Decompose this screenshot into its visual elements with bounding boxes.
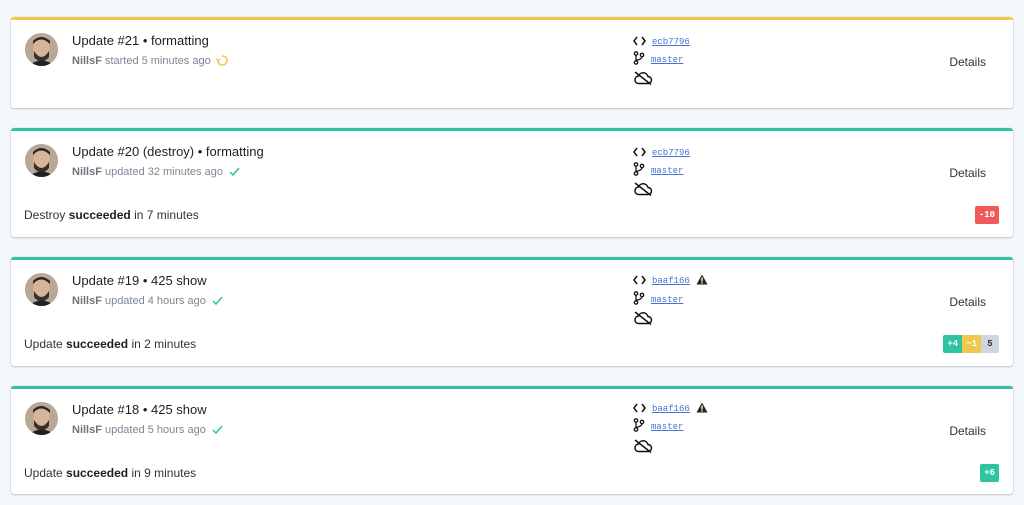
cloud-row	[633, 438, 653, 458]
cloud-row	[633, 181, 653, 201]
delete-badge[interactable]: -10	[974, 206, 999, 224]
commit-link[interactable]: baaf166	[652, 276, 690, 286]
update-title[interactable]: Update #18 • 425 show	[72, 402, 207, 417]
update-title[interactable]: Update #21 • formatting	[72, 33, 209, 48]
timestamp: 32 minutes ago	[147, 165, 223, 178]
check-icon	[228, 165, 241, 178]
summary-result: succeeded	[66, 337, 129, 351]
check-icon	[211, 294, 224, 307]
commit-link[interactable]: baaf166	[652, 404, 690, 414]
update-card: Update #20 (destroy) • formatting NillsF…	[11, 128, 1013, 237]
summary-prefix: Update	[24, 337, 63, 351]
update-card: Update #18 • 425 show NillsF updated 5 h…	[11, 386, 1013, 494]
status-bar	[11, 128, 1013, 131]
details-link[interactable]: Details	[949, 295, 986, 309]
branch-icon	[633, 161, 645, 181]
status-bar	[11, 386, 1013, 389]
update-meta: NillsF updated 32 minutes ago	[72, 165, 241, 178]
summary-result: succeeded	[66, 466, 129, 480]
details-link[interactable]: Details	[949, 166, 986, 180]
branch-row: master	[633, 50, 683, 70]
commit-row: baaf166	[633, 273, 708, 289]
commit-link[interactable]: ecb7796	[652, 148, 690, 158]
branch-link[interactable]: master	[651, 55, 683, 65]
warning-icon	[696, 272, 708, 290]
timestamp: 5 hours ago	[147, 423, 206, 436]
code-icon	[633, 400, 646, 418]
avatar	[25, 402, 58, 435]
update-badge[interactable]: ~1	[962, 335, 981, 353]
update-meta: NillsF updated 4 hours ago	[72, 294, 224, 307]
resource-changes: +6	[980, 464, 999, 482]
code-icon	[633, 272, 646, 290]
check-icon	[211, 423, 224, 436]
avatar	[25, 33, 58, 66]
action-text: started	[104, 54, 139, 67]
action-text: updated	[104, 165, 145, 178]
branch-row: master	[633, 290, 683, 310]
branch-icon	[633, 417, 645, 437]
summary-suffix: in 9 minutes	[131, 466, 197, 480]
branch-link[interactable]: master	[651, 422, 683, 432]
spinner-icon	[215, 54, 229, 67]
update-meta: NillsF started 5 minutes ago	[72, 54, 229, 67]
summary-prefix: Update	[24, 466, 63, 480]
commit-row: ecb7796	[633, 34, 690, 50]
commit-row: ecb7796	[633, 145, 690, 161]
update-summary: Update succeeded in 9 minutes	[24, 466, 196, 480]
timestamp: 4 hours ago	[147, 294, 206, 307]
update-card: Update #19 • 425 show NillsF updated 4 h…	[11, 257, 1013, 366]
cloud-row	[633, 310, 653, 330]
branch-row: master	[633, 417, 683, 437]
branch-icon	[633, 290, 645, 310]
branch-icon	[633, 50, 645, 70]
cloud-off-icon	[633, 438, 653, 458]
username[interactable]: NillsF	[72, 295, 102, 307]
username[interactable]: NillsF	[72, 166, 102, 178]
details-link[interactable]: Details	[949, 424, 986, 438]
update-summary: Update succeeded in 2 minutes	[24, 337, 196, 351]
branch-row: master	[633, 161, 683, 181]
status-bar	[11, 17, 1013, 20]
commit-row: baaf166	[633, 401, 708, 417]
update-title[interactable]: Update #20 (destroy) • formatting	[72, 144, 264, 159]
commit-link[interactable]: ecb7796	[652, 37, 690, 47]
username[interactable]: NillsF	[72, 55, 102, 67]
timestamp: 5 minutes ago	[141, 54, 211, 67]
branch-link[interactable]: master	[651, 166, 683, 176]
create-badge[interactable]: +4	[943, 335, 963, 353]
cloud-off-icon	[633, 181, 653, 201]
summary-suffix: in 2 minutes	[131, 337, 197, 351]
cloud-off-icon	[633, 70, 653, 90]
cloud-row	[633, 70, 653, 90]
branch-link[interactable]: master	[651, 295, 683, 305]
action-text: updated	[104, 423, 145, 436]
create-badge[interactable]: +6	[980, 464, 999, 482]
summary-prefix: Destroy	[24, 208, 66, 222]
details-link[interactable]: Details	[949, 55, 986, 69]
update-meta: NillsF updated 5 hours ago	[72, 423, 224, 436]
avatar	[25, 273, 58, 306]
status-bar	[11, 257, 1013, 260]
cloud-off-icon	[633, 310, 653, 330]
summary-result: succeeded	[68, 208, 131, 222]
summary-suffix: in 7 minutes	[134, 208, 199, 222]
username[interactable]: NillsF	[72, 424, 102, 436]
code-icon	[633, 33, 646, 51]
resource-changes: -10	[974, 206, 999, 224]
resource-changes: +4 ~1 5	[943, 335, 999, 353]
update-card: Update #21 • formatting NillsF started 5…	[11, 17, 1013, 108]
action-text: updated	[104, 294, 145, 307]
warning-icon	[696, 400, 708, 418]
update-title[interactable]: Update #19 • 425 show	[72, 273, 207, 288]
avatar	[25, 144, 58, 177]
update-summary: Destroy succeeded in 7 minutes	[24, 208, 199, 222]
same-badge[interactable]: 5	[981, 335, 999, 353]
code-icon	[633, 144, 646, 162]
